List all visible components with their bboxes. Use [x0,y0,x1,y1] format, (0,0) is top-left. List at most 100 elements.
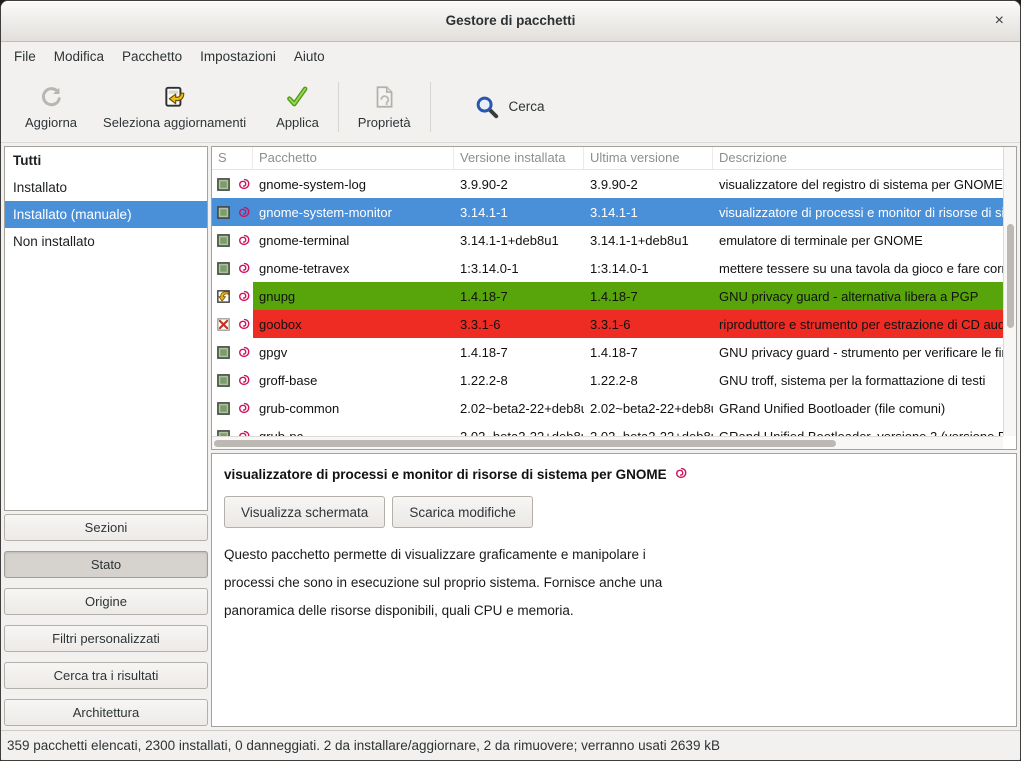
filter-item[interactable]: Installato (manuale) [5,201,207,228]
status-installed-icon[interactable] [212,422,234,436]
status-text: 359 pacchetti elencati, 2300 installati,… [7,738,720,753]
package-name-cell: gnome-terminal [253,226,454,254]
status-installed-icon[interactable] [212,254,234,282]
column-header-latest-version[interactable]: Ultima versione [584,147,713,169]
latest-version-cell: 3.9.90-2 [584,170,713,198]
mark-upgrades-button[interactable]: Seleziona aggiornamenti [93,79,256,134]
main-area: TuttiInstallatoInstallato (manuale)Non i… [1,143,1020,730]
column-header-installed-version[interactable]: Versione installata [454,147,584,169]
menubar: FileModificaPacchettoImpostazioniAiuto [1,42,1020,71]
description-cell: GNU troff, sistema per la formattazione … [713,366,1003,394]
vertical-scrollbar[interactable] [1003,147,1016,436]
right-pane: S Pacchetto Versione installata Ultima v… [211,146,1017,727]
package-name-cell: gnupg [253,282,454,310]
package-row[interactable]: gnome-tetravex1:3.14.0-11:3.14.0-1metter… [212,254,1003,282]
status-remove-icon[interactable] [212,310,234,338]
column-header-description[interactable]: Descrizione [713,147,1003,169]
mark-upgrades-label: Seleziona aggiornamenti [103,115,246,130]
package-description: Questo pacchetto permette di visualizzar… [224,541,1004,625]
search-button[interactable]: Cerca [462,85,557,129]
latest-version-cell: 2.02~beta2-22+deb8u1 [584,422,713,436]
installed-version-cell: 1.22.2-8 [454,366,584,394]
package-row[interactable]: gnome-terminal3.14.1-1+deb8u13.14.1-1+de… [212,226,1003,254]
package-row[interactable]: groff-base1.22.2-81.22.2-8GNU troff, sis… [212,366,1003,394]
get-screenshot-button[interactable]: Visualizza schermata [224,496,385,528]
titlebar: Gestore di pacchetti × [1,1,1020,42]
close-icon[interactable]: × [989,1,1010,41]
apply-button[interactable]: Applica [266,79,329,134]
debian-swirl-icon [234,254,253,282]
installed-version-cell: 2.02~beta2-22+deb8u1 [454,394,584,422]
status-reinstall-icon[interactable] [212,282,234,310]
description-cell: visualizzatore di processi e monitor di … [713,198,1003,226]
installed-version-cell: 3.14.1-1+deb8u1 [454,226,584,254]
installed-version-cell: 1.4.18-7 [454,282,584,310]
sidebar-button[interactable]: Filtri personalizzati [4,625,208,652]
status-installed-icon[interactable] [212,170,234,198]
table-header: S Pacchetto Versione installata Ultima v… [212,147,1003,170]
package-name-cell: grub-common [253,394,454,422]
menu-file[interactable]: File [5,42,45,71]
package-row[interactable]: grub-pc2.02~beta2-22+deb8u12.02~beta2-22… [212,422,1003,436]
package-row[interactable]: gpgv1.4.18-71.4.18-7GNU privacy guard - … [212,338,1003,366]
filter-item[interactable]: Non installato [5,228,207,255]
properties-label: Proprietà [358,115,411,130]
sidebar-button[interactable]: Sezioni [4,514,208,541]
status-installed-icon[interactable] [212,366,234,394]
details-title-row: visualizzatore di processi e monitor di … [224,466,1004,483]
description-line: panoramica delle risorse disponibili, qu… [224,597,1004,625]
vertical-scrollbar-thumb[interactable] [1007,224,1014,328]
window-title: Gestore di pacchetti [1,1,1020,41]
package-row[interactable]: gnome-system-monitor3.14.1-13.14.1-1visu… [212,198,1003,226]
refresh-button[interactable]: Aggiorna [15,79,87,134]
filter-mode-buttons: Sezioni Stato Origine Filtri personalizzati… [4,514,208,727]
menu-impostazioni[interactable]: Impostazioni [191,42,285,71]
details-pane: visualizzatore di processi e monitor di … [211,453,1017,727]
properties-button[interactable]: Proprietà [348,79,421,134]
status-installed-icon[interactable] [212,394,234,422]
filter-item[interactable]: Tutti [5,147,207,174]
latest-version-cell: 2.02~beta2-22+deb8u1 [584,394,713,422]
package-row[interactable]: gnome-system-log3.9.90-23.9.90-2visualiz… [212,170,1003,198]
column-header-status[interactable]: S [212,147,253,169]
status-installed-icon[interactable] [212,226,234,254]
debian-swirl-icon [234,422,253,436]
latest-version-cell: 3.3.1-6 [584,310,713,338]
status-installed-icon[interactable] [212,338,234,366]
package-name-cell: gnome-system-log [253,170,454,198]
refresh-icon [38,83,64,111]
apply-check-icon [284,83,310,111]
package-row[interactable]: grub-common2.02~beta2-22+deb8u12.02~beta… [212,394,1003,422]
description-cell: mettere tessere su una tavola da gioco e… [713,254,1003,282]
filter-item[interactable]: Installato [5,174,207,201]
latest-version-cell: 1:3.14.0-1 [584,254,713,282]
status-installed-icon[interactable] [212,198,234,226]
refresh-label: Aggiorna [25,115,77,130]
menu-modifica[interactable]: Modifica [45,42,113,71]
package-manager-window: Gestore di pacchetti × FileModificaPacch… [0,0,1021,761]
menu-aiuto[interactable]: Aiuto [285,42,334,71]
debian-swirl-icon [674,466,688,483]
sidebar-button[interactable]: Stato [4,551,208,578]
package-row[interactable]: goobox3.3.1-63.3.1-6riproduttore e strum… [212,310,1003,338]
toolbar: Aggiorna Seleziona aggiornamenti Applica [1,71,1020,143]
mark-upgrades-icon [162,83,188,111]
horizontal-scrollbar[interactable] [212,436,1003,449]
installed-version-cell: 3.9.90-2 [454,170,584,198]
description-cell: GRand Unified Bootloader, versione 2 (ve… [713,422,1003,436]
toolbar-separator [338,82,339,132]
package-name-cell: gnome-system-monitor [253,198,454,226]
menu-pacchetto[interactable]: Pacchetto [113,42,191,71]
package-name-cell: grub-pc [253,422,454,436]
sidebar: TuttiInstallatoInstallato (manuale)Non i… [4,146,208,727]
get-changelog-button[interactable]: Scarica modifiche [392,496,533,528]
description-line: Questo pacchetto permette di visualizzar… [224,541,1004,569]
column-header-package[interactable]: Pacchetto [253,147,454,169]
sidebar-button[interactable]: Origine [4,588,208,615]
package-row[interactable]: gnupg1.4.18-71.4.18-7GNU privacy guard -… [212,282,1003,310]
search-label: Cerca [509,99,545,114]
sidebar-button[interactable]: Cerca tra i risultati [4,662,208,689]
package-name-cell: gpgv [253,338,454,366]
sidebar-button[interactable]: Architettura [4,699,208,726]
horizontal-scrollbar-thumb[interactable] [214,440,836,447]
